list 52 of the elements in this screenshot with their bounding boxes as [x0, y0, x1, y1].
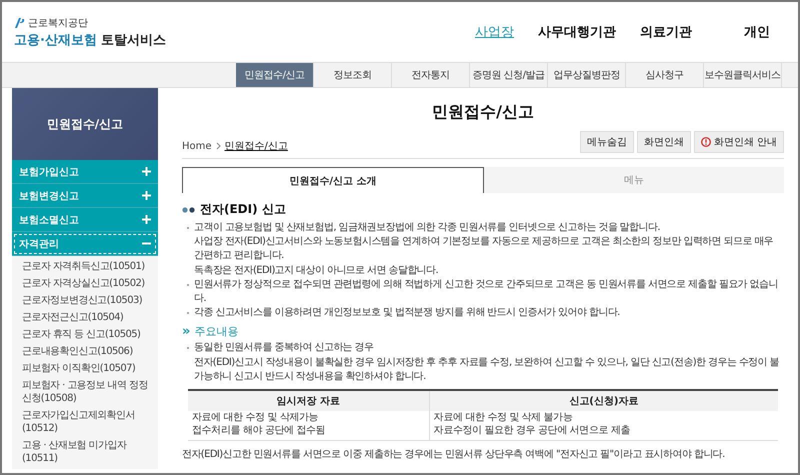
main-nav-item[interactable]: 전자통지	[392, 63, 470, 87]
breadcrumb-link[interactable]: 민원접수/신고	[224, 139, 288, 153]
main-nav-item[interactable]: 민원접수/신고	[236, 63, 314, 87]
note-text: 전자(EDI)신고한 민원서류를 서면으로 이중 제출하는 경우에는 민원서류 상단우측 여백에 "전자신고 필"이라고 표시하여야 합니다.	[182, 448, 726, 461]
sidebar-item[interactable]: 근로자전근신고(10504)	[12, 309, 158, 326]
dots-icon	[182, 206, 196, 212]
sidebar-item[interactable]: 고용 · 산재보험 미가입자(10511)	[12, 437, 158, 467]
table-cell: 자료에 대한 수정 및 삭제 불가능	[429, 410, 778, 424]
plus-icon	[142, 167, 151, 176]
chevron-icon	[216, 142, 221, 150]
alert-icon	[700, 137, 711, 147]
table-header: 신고(신청)자료	[429, 390, 778, 411]
top-nav-link[interactable]: 개인	[704, 23, 782, 41]
table-cell: 접수처리를 해야 공단에 접수됨	[188, 424, 430, 440]
logo-icon	[14, 16, 26, 28]
tab[interactable]: 민원접수/신고 소개	[182, 167, 484, 193]
plus-icon	[142, 191, 151, 200]
subheading: 주요내용	[194, 324, 238, 340]
table-cell: 자료수정이 필요한 경우 공단에 서면으로 제출	[429, 424, 778, 440]
toolbar-button[interactable]: 메뉴숨김	[580, 131, 634, 153]
bullet-text: 고객이 고용보험법 및 산재보험법, 임금채권보장법에 의한 각종 민원서류를 인터넷으로 신고하는 것을 말합니다. 사업장 전자(EDI)신고서비스와 노동보험시스템을 연계하여 기본정보를 자동으로 제공하므로 고객은 최소한의 정보만 입력하면 되므로 매우 간편하고 편리합니다. 독촉장은 전자(EDI)고지 대상이 아니므로 서면 송달합니다.	[186, 221, 784, 278]
plus-icon	[142, 215, 151, 224]
bullet-text: 동일한 민원서류를 중복하여 신고하는 경우 전자(EDI)신고시 작성내용이 불확실한 경우 임시저장한 후 추후 자료를 수정, 보완하여 신고할 수 있으나, 일단 신고(전송)한 경우는 수정이 불가능하니 신고시 반드시 작성내용을 확인하셔야 합니다.	[186, 341, 784, 384]
sidebar-item[interactable]: 근로자 자격상실신고(10502)	[12, 275, 158, 292]
breadcrumb-link[interactable]: Home	[182, 140, 212, 152]
service-name: 토탈서비스	[100, 32, 166, 48]
bullet-text: 민원서류가 정상적으로 접수되면 관련법령에 의해 적법하게 신고한 것으로 간주되므로 고객은 동 민원서류를 서면으로 제출할 필요가 없습니다.	[186, 278, 784, 306]
service-name-highlight: 고용·산재보험	[14, 32, 97, 48]
sidebar-item[interactable]: 근로내용확인신고(10506)	[12, 343, 158, 360]
top-nav-link[interactable]: 사무대행기관	[526, 23, 628, 41]
sidebar-title: 민원접수/신고	[46, 116, 124, 132]
main-nav-item[interactable]: 심사청구	[626, 63, 704, 87]
top-nav-link[interactable]: 의료기관	[628, 23, 704, 41]
table-cell: 자료에 대한 수정 및 삭제가능	[188, 410, 430, 424]
sidebar-item[interactable]: 근로자가입신고제외확인서(10512)	[12, 407, 158, 437]
double-chevron-icon: »	[182, 324, 190, 340]
main-nav-item[interactable]: 증명원 신청/발급	[470, 63, 548, 87]
main-nav-item[interactable]: 보수원클릭서비스	[704, 63, 782, 87]
sidebar-item[interactable]: 피보험자 이직확인(10507)	[12, 360, 158, 377]
sidebar-item[interactable]: 근로자 휴직 등 신고(10505)	[12, 326, 158, 343]
section-heading: 전자(EDI) 신고	[200, 201, 286, 218]
main-nav-item[interactable]: 업무상질병판정	[548, 63, 626, 87]
org-name: 근로복지공단	[28, 16, 88, 30]
sidebar-item[interactable]: 피보험자 · 고용정보 내역 정정 신청(10508)	[12, 377, 158, 407]
sidebar-item[interactable]: 근로자정보변경신고(10503)	[12, 292, 158, 309]
page-title: 민원접수/신고	[431, 102, 535, 123]
table-header: 임시저장 자료	[188, 390, 430, 411]
toolbar-button[interactable]: 화면인쇄	[636, 131, 691, 153]
toolbar-button[interactable]: 화면인쇄 안내	[694, 131, 784, 153]
bullet-text: 각종 신고서비스를 이용하려면 개인정보보호 및 법적분쟁 방지를 위해 반드시 인증서가 있어야 합니다.	[186, 306, 784, 320]
sidebar-item[interactable]: 근로자 자격취득신고(10501)	[12, 258, 158, 275]
main-nav-item[interactable]: 정보조회	[314, 63, 392, 87]
